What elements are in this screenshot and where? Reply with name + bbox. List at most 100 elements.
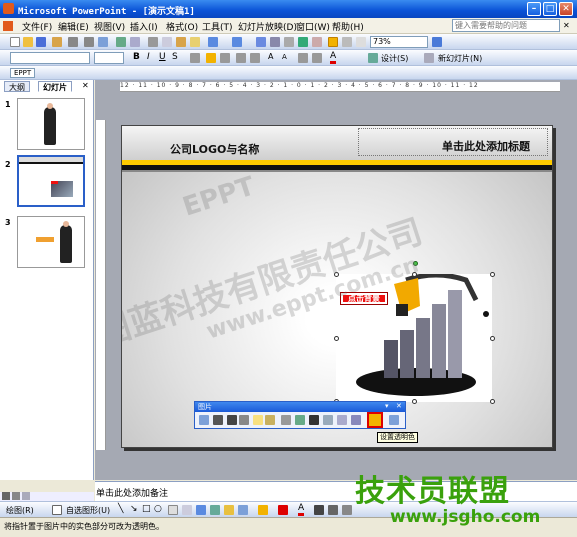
underline-button[interactable]: U xyxy=(159,52,166,62)
italic-button[interactable]: I xyxy=(147,52,150,62)
autoshapes-menu[interactable]: 自选图形(U) xyxy=(66,505,110,516)
resize-handle[interactable] xyxy=(412,399,417,404)
less-contrast-icon[interactable] xyxy=(239,415,249,425)
decrease-font-button[interactable]: A xyxy=(282,53,287,61)
line-icon[interactable]: ╲ xyxy=(118,504,123,514)
picture-icon[interactable] xyxy=(238,505,248,515)
rotate-handle[interactable] xyxy=(413,261,418,266)
picture-toolbar[interactable]: 图片 ▾ ✕ xyxy=(194,401,406,429)
undo-icon[interactable] xyxy=(208,37,218,47)
menu-view[interactable]: 视图(V) xyxy=(94,20,125,33)
doc-icon[interactable] xyxy=(3,21,13,31)
bullets-icon[interactable] xyxy=(250,53,260,63)
dash-style-icon[interactable] xyxy=(328,505,338,515)
spelling-icon[interactable] xyxy=(116,37,126,47)
resize-handle[interactable] xyxy=(334,272,339,277)
click-background-button[interactable]: 点击背景 xyxy=(340,292,388,305)
close-doc-icon[interactable]: ✕ xyxy=(563,21,570,30)
align-left-icon[interactable] xyxy=(190,53,200,63)
slideshow-icon[interactable] xyxy=(22,492,30,500)
zoom-select[interactable]: 73% xyxy=(370,36,428,48)
research-icon[interactable] xyxy=(130,37,140,47)
menu-insert[interactable]: 插入(I) xyxy=(130,20,158,33)
arrow-style-icon[interactable] xyxy=(342,505,352,515)
align-right-icon[interactable] xyxy=(220,53,230,63)
notes-placeholder[interactable]: 单击此处添加备注 xyxy=(96,489,168,499)
line-color-icon[interactable] xyxy=(278,505,288,515)
color-grayscale-icon[interactable] xyxy=(356,37,366,47)
permission-icon[interactable] xyxy=(52,37,62,47)
slide-thumbnail-2[interactable] xyxy=(17,155,85,207)
vertical-textbox-icon[interactable] xyxy=(182,505,192,515)
fill-color-icon[interactable] xyxy=(258,505,268,515)
line-style-icon[interactable] xyxy=(309,415,319,425)
oval-icon[interactable]: ○ xyxy=(154,504,162,514)
help-icon[interactable] xyxy=(432,37,442,47)
insert-picture-icon[interactable] xyxy=(199,415,209,425)
decrease-indent-icon[interactable] xyxy=(298,53,308,63)
slide-sorter-icon[interactable] xyxy=(12,492,20,500)
increase-indent-icon[interactable] xyxy=(312,53,322,63)
font-size-select[interactable] xyxy=(94,52,124,64)
font-color-button[interactable]: A xyxy=(330,51,337,64)
new-icon[interactable] xyxy=(10,37,20,47)
bold-button[interactable]: B xyxy=(133,52,140,62)
tab-slides[interactable]: 幻灯片 xyxy=(38,81,72,92)
resize-handle[interactable] xyxy=(490,272,495,277)
menu-help[interactable]: 帮助(H) xyxy=(332,20,364,33)
paste-icon[interactable] xyxy=(176,37,186,47)
font-select[interactable] xyxy=(10,52,90,64)
expand-all-icon[interactable] xyxy=(312,37,322,47)
new-slide-icon[interactable] xyxy=(424,53,434,63)
select-objects-icon[interactable] xyxy=(52,505,62,515)
minimize-button[interactable]: – xyxy=(527,2,541,16)
resize-handle[interactable] xyxy=(412,272,417,277)
less-brightness-icon[interactable] xyxy=(265,415,275,425)
design-icon[interactable] xyxy=(368,53,378,63)
new-slide-button[interactable]: 新幻灯片(N) xyxy=(438,53,482,64)
rectangle-icon[interactable]: □ xyxy=(142,504,151,514)
chart-icon[interactable] xyxy=(256,37,266,47)
resize-handle[interactable] xyxy=(334,336,339,341)
tab-outline[interactable]: 大纲 xyxy=(4,81,30,92)
normal-view-icon[interactable] xyxy=(2,492,10,500)
close-toolbar-icon[interactable]: ✕ xyxy=(396,402,402,410)
show-formatting-icon[interactable] xyxy=(328,37,338,47)
toolbar-options-icon[interactable]: ▾ xyxy=(385,402,389,410)
grid-icon[interactable] xyxy=(342,37,352,47)
clipart-icon[interactable] xyxy=(224,505,234,515)
diagram-icon[interactable] xyxy=(210,505,220,515)
more-brightness-icon[interactable] xyxy=(253,415,263,425)
close-pane-icon[interactable]: ✕ xyxy=(82,81,89,90)
table-icon[interactable] xyxy=(270,37,280,47)
resize-handle[interactable] xyxy=(490,399,495,404)
menu-edit[interactable]: 编辑(E) xyxy=(58,20,89,33)
draw-menu[interactable]: 绘图(R) xyxy=(6,505,34,516)
powerpoint-icon[interactable] xyxy=(3,3,14,14)
increase-font-button[interactable]: A xyxy=(268,52,273,61)
crop-icon[interactable] xyxy=(281,415,291,425)
font-color-icon[interactable]: A xyxy=(298,503,305,516)
open-icon[interactable] xyxy=(23,37,33,47)
arrow-icon[interactable]: ↘ xyxy=(130,504,138,514)
design-button[interactable]: 设计(S) xyxy=(381,53,408,64)
menu-tools[interactable]: 工具(T) xyxy=(202,20,233,33)
menu-slideshow[interactable]: 幻灯片放映(D) xyxy=(238,20,297,33)
slide[interactable]: 公司LOGO与名称 单击此处添加标题 点击背景 EPPT 天津图蓝科技有限责任公… xyxy=(121,125,553,448)
eppt-button[interactable]: EPPT xyxy=(10,68,36,78)
compress-icon[interactable] xyxy=(323,415,333,425)
print-preview-icon[interactable] xyxy=(98,37,108,47)
align-center-icon[interactable] xyxy=(206,53,216,63)
title-placeholder-text[interactable]: 单击此处添加标题 xyxy=(442,138,530,154)
company-logo-text[interactable]: 公司LOGO与名称 xyxy=(170,141,259,157)
cut-icon[interactable] xyxy=(148,37,158,47)
close-button[interactable]: ✕ xyxy=(559,2,573,16)
slide-thumbnail-1[interactable] xyxy=(17,98,85,150)
maximize-button[interactable]: □ xyxy=(543,2,557,16)
save-icon[interactable] xyxy=(36,37,46,47)
slide-thumbnail-3[interactable] xyxy=(17,216,85,268)
format-painter-icon[interactable] xyxy=(190,37,200,47)
recolor-icon[interactable] xyxy=(337,415,347,425)
help-search-input[interactable]: 键入需要帮助的问题 xyxy=(452,19,560,32)
menu-file[interactable]: 文件(F) xyxy=(22,20,52,33)
